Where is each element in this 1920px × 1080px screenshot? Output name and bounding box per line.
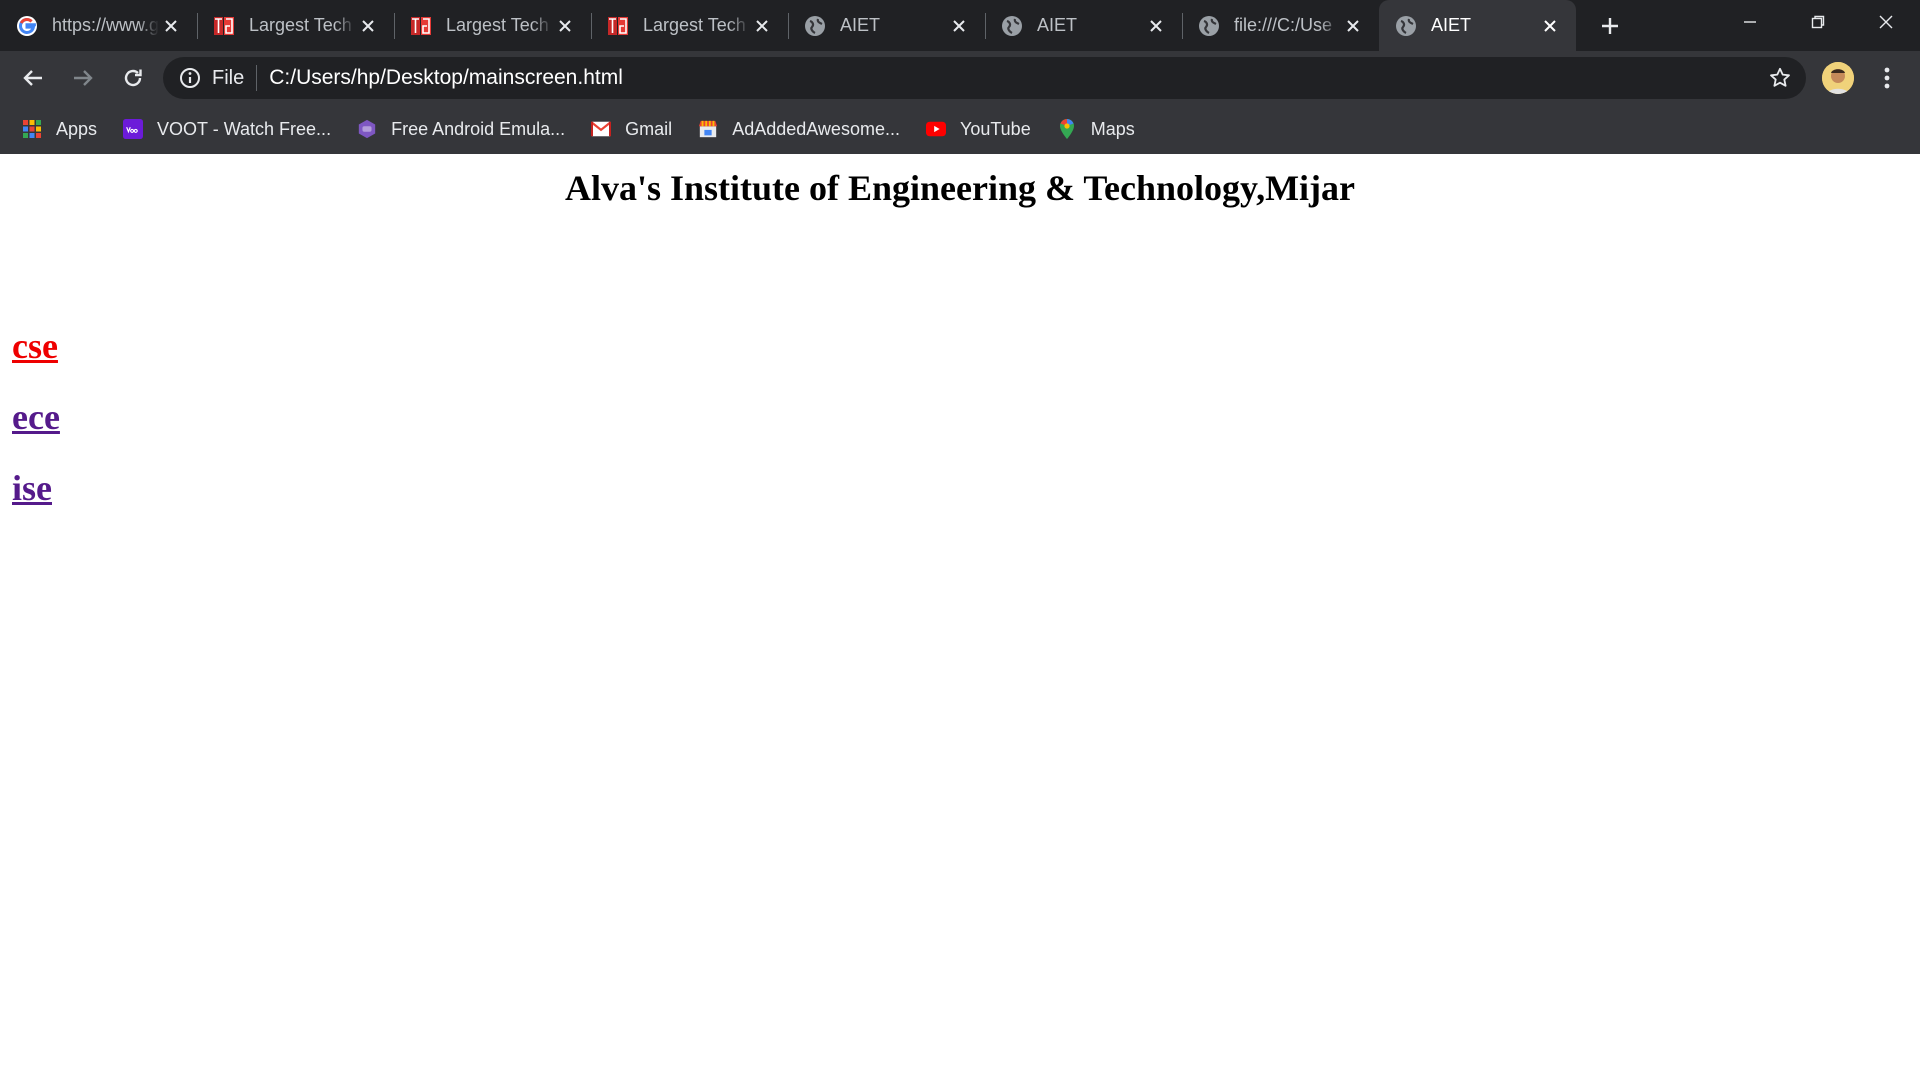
bookmark-android-emulator[interactable]: Free Android Emula... <box>357 111 565 147</box>
star-icon[interactable] <box>1768 66 1792 90</box>
google-icon <box>16 15 38 37</box>
apps-grid-icon <box>22 119 42 139</box>
bookmark-gmail[interactable]: Gmail <box>591 111 672 147</box>
bookmark-label: AdAddedAwesome... <box>732 118 900 139</box>
tab-aiet-2[interactable]: AIET <box>985 0 1182 51</box>
window-controls <box>1716 0 1920 44</box>
tab-title: AIET <box>840 15 881 35</box>
tab-close-icon[interactable] <box>553 14 577 38</box>
bookmark-maps[interactable]: Maps <box>1057 111 1135 147</box>
bookmark-apps[interactable]: Apps <box>22 111 97 147</box>
tab-close-icon[interactable] <box>1144 14 1168 38</box>
arrow-right-icon <box>74 69 93 86</box>
youtube-icon <box>925 119 946 139</box>
address-bar[interactable]: File C:/Users/hp/Desktop/mainscreen.html <box>163 57 1806 99</box>
globe-icon <box>1198 15 1220 37</box>
avatar-icon <box>1822 62 1854 94</box>
page-title: Alva's Institute of Engineering & Techno… <box>564 168 1356 208</box>
tab-largest-tech-2[interactable]: Largest Tech <box>394 0 591 51</box>
close-window-button[interactable] <box>1852 0 1920 44</box>
close-icon <box>1879 15 1893 29</box>
emulator-icon <box>357 119 377 139</box>
plus-icon <box>1602 18 1618 34</box>
url-text[interactable]: C:/Users/hp/Desktop/mainscreen.html <box>269 66 623 90</box>
bookmark-voot[interactable]: VOOT - Watch Free... <box>123 111 331 147</box>
bookmark-label: YouTube <box>959 118 1031 139</box>
reload-button[interactable] <box>114 59 152 97</box>
info-icon[interactable] <box>178 66 202 90</box>
restore-button[interactable] <box>1784 0 1852 44</box>
tab-aiet-active[interactable]: AIET <box>1379 0 1576 51</box>
tab-close-icon[interactable] <box>1341 14 1365 38</box>
tab-title: https://www.google.com <box>52 15 159 35</box>
browser-toolbar: File C:/Users/hp/Desktop/mainscreen.html <box>0 51 1920 104</box>
tab-close-icon[interactable] <box>947 14 971 38</box>
bookmark-label: Maps <box>1090 118 1135 139</box>
reload-icon <box>124 69 142 86</box>
tab-title: file:///C:/Use <box>1234 15 1333 35</box>
tab-close-icon[interactable] <box>159 14 183 38</box>
bookmark-label: Apps <box>56 118 98 139</box>
browser-menu-button[interactable] <box>1873 62 1901 94</box>
globe-icon <box>1395 15 1417 37</box>
gmail-icon <box>591 119 612 139</box>
maps-icon <box>1057 119 1077 139</box>
tab-strip: https://www.google.com Largest Tech Larg… <box>0 0 1920 51</box>
site-chip[interactable]: File <box>212 67 244 90</box>
restore-icon <box>1811 15 1825 29</box>
tab-google[interactable]: https://www.google.com <box>0 0 197 51</box>
bookmark-label: VOOT - Watch Free... <box>157 118 332 139</box>
voot-icon <box>123 119 144 139</box>
bookmark-label: Free Android Emula... <box>391 118 566 139</box>
tab-title: Largest Tech <box>643 15 746 35</box>
bookmark-label: Gmail <box>625 118 673 139</box>
tab-largest-tech-3[interactable]: Largest Tech <box>591 0 788 51</box>
link-ise[interactable]: ise <box>12 467 60 509</box>
arrow-left-icon <box>23 69 42 86</box>
tab-title: AIET <box>1431 15 1472 35</box>
new-tab-button[interactable] <box>1590 6 1630 46</box>
tab-aiet-1[interactable]: AIET <box>788 0 985 51</box>
department-links: cse ece ise <box>12 325 60 538</box>
bookmark-adaddedawesome[interactable]: AdAddedAwesome... <box>698 111 900 147</box>
kebab-menu-icon <box>1884 67 1890 89</box>
tab-largest-tech-1[interactable]: Largest Tech <box>197 0 394 51</box>
page-viewport: Alva's Institute of Engineering & Techno… <box>0 154 1920 1080</box>
bookmarks-bar: Apps VOOT - Watch Free... Free Android E… <box>0 104 1920 154</box>
profile-avatar[interactable] <box>1822 62 1854 94</box>
tab-close-icon[interactable] <box>750 14 774 38</box>
tab-title: Largest Tech <box>446 15 549 35</box>
tab-title: Largest Tech <box>249 15 352 35</box>
forward-button[interactable] <box>64 59 102 97</box>
tab-list: https://www.google.com Largest Tech Larg… <box>0 0 1576 51</box>
link-ece[interactable]: ece <box>12 396 60 438</box>
tg-icon <box>607 15 629 37</box>
globe-icon <box>804 15 826 37</box>
tab-close-icon[interactable] <box>1538 14 1562 38</box>
store-icon <box>698 119 718 139</box>
tab-close-icon[interactable] <box>356 14 380 38</box>
address-divider <box>256 65 258 91</box>
tg-icon <box>410 15 432 37</box>
link-cse[interactable]: cse <box>12 325 60 367</box>
tab-file[interactable]: file:///C:/Use <box>1182 0 1379 51</box>
bookmark-youtube[interactable]: YouTube <box>925 111 1031 147</box>
tab-title: AIET <box>1037 15 1078 35</box>
back-button[interactable] <box>14 59 52 97</box>
globe-icon <box>1001 15 1023 37</box>
minimize-icon <box>1744 21 1756 23</box>
tg-icon <box>213 15 235 37</box>
minimize-button[interactable] <box>1716 0 1784 44</box>
